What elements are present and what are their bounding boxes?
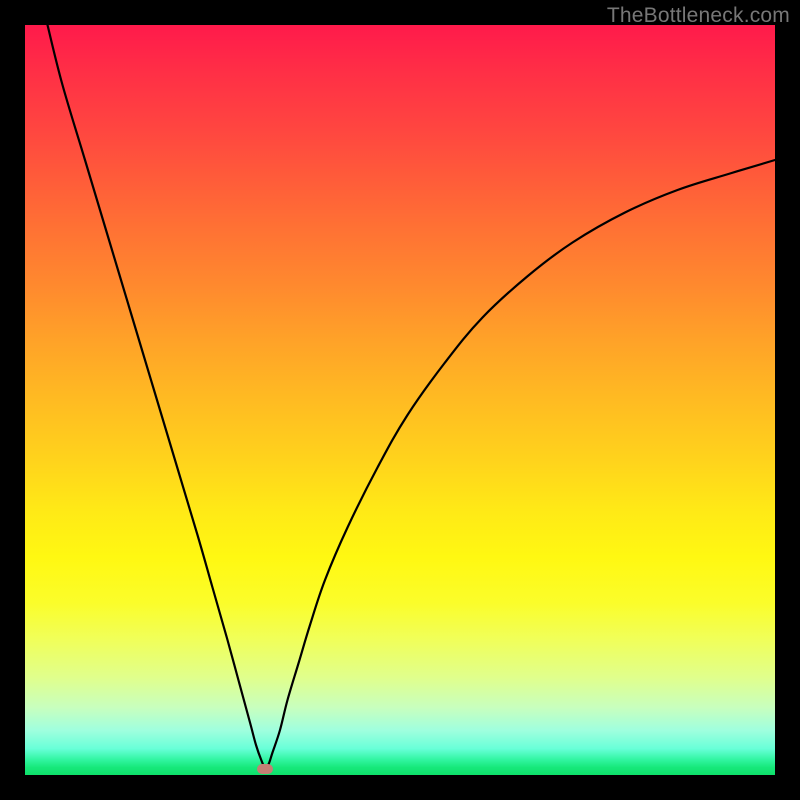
chart-frame: TheBottleneck.com — [0, 0, 800, 800]
plot-area — [25, 25, 775, 775]
vertex-marker — [257, 764, 273, 774]
bottleneck-curve — [48, 25, 776, 768]
watermark-text: TheBottleneck.com — [607, 4, 790, 28]
curve-svg — [25, 25, 775, 775]
